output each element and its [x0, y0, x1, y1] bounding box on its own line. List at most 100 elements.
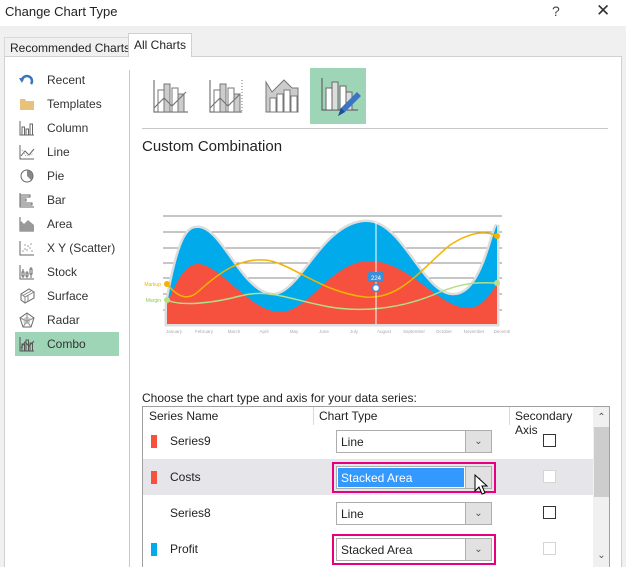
- sidebar-item-line[interactable]: Line: [15, 140, 119, 164]
- chevron-down-icon[interactable]: ⌄: [465, 503, 491, 524]
- secondary-axis-checkbox[interactable]: [543, 506, 556, 519]
- tab-recommended-charts[interactable]: Recommended Charts: [4, 37, 137, 57]
- pie-chart-icon: [20, 169, 34, 183]
- series-row-costs[interactable]: Costs Stacked Area ⌄: [143, 459, 593, 495]
- combo-chart-icon: [19, 337, 35, 352]
- sidebar-item-combo[interactable]: Combo: [15, 332, 119, 356]
- sidebar-item-label: X Y (Scatter): [47, 241, 116, 255]
- sidebar-item-stock[interactable]: Stock: [15, 260, 119, 284]
- combo-subtype-gallery: [142, 68, 366, 124]
- sidebar-item-bar[interactable]: Bar: [15, 188, 119, 212]
- series-name: Series8: [170, 506, 211, 520]
- chart-category-list: Recent Templates Column Line Pie Bar Are…: [15, 68, 119, 356]
- sidebar-item-label: Templates: [47, 97, 102, 111]
- chevron-down-icon[interactable]: ⌄: [465, 539, 491, 560]
- secondary-axis-checkbox[interactable]: [543, 542, 556, 555]
- chart-type-dropdown[interactable]: Stacked Area ⌄: [332, 534, 496, 565]
- series-name: Profit: [170, 542, 199, 556]
- sidebar-item-label: Combo: [47, 337, 86, 351]
- gallery-separator: [142, 128, 608, 129]
- recent-icon: [19, 74, 34, 85]
- stock-chart-icon: [19, 265, 34, 280]
- month-label: November: [464, 329, 485, 334]
- clustered-column-line-button[interactable]: [142, 68, 198, 124]
- markup-point: [494, 233, 500, 239]
- custom-combination-button[interactable]: [310, 68, 366, 124]
- series-row-series9[interactable]: Series9 Line ⌄: [143, 423, 593, 459]
- stacked-area-clustered-column-button[interactable]: [254, 68, 310, 124]
- column-chart-icon: [19, 121, 34, 136]
- series-name: Series9: [170, 434, 211, 448]
- clustered-column-line-secondary-axis-icon: [209, 80, 243, 113]
- series-row-series8[interactable]: Series8 Line ⌄: [143, 495, 593, 531]
- sidebar-item-label: Recent: [47, 73, 86, 87]
- dropdown-value: Line: [341, 435, 364, 449]
- custom-combination-icon: [321, 78, 361, 116]
- scroll-down-icon[interactable]: ⌄: [593, 547, 609, 564]
- secondary-axis-checkbox[interactable]: [543, 470, 556, 483]
- sidebar-item-radar[interactable]: Radar: [15, 308, 119, 332]
- secondary-axis-checkbox[interactable]: [543, 434, 556, 447]
- margin-point: [494, 280, 500, 286]
- month-label: October: [436, 329, 453, 334]
- chevron-down-icon[interactable]: ⌄: [465, 467, 491, 488]
- sidebar-item-label: Surface: [47, 289, 89, 303]
- grid-scrollbar[interactable]: ⌃ ⌄: [593, 407, 609, 567]
- chart-preview-graphic: 224 Markup Margin January February March April…: [144, 215, 515, 334]
- clustered-column-line-icon: [153, 80, 188, 113]
- sidebar-divider: [129, 70, 130, 567]
- sidebar-item-label: Line: [47, 145, 70, 159]
- chart-type-dropdown[interactable]: Line ⌄: [336, 502, 492, 525]
- month-label: December: [494, 329, 510, 334]
- area-chart-icon: [19, 217, 34, 232]
- margin-point: [164, 297, 170, 303]
- scroll-up-icon[interactable]: ⌃: [593, 409, 609, 426]
- sidebar-item-scatter[interactable]: X Y (Scatter): [15, 236, 119, 260]
- month-label: March: [228, 329, 241, 334]
- month-label: January: [166, 329, 183, 334]
- tab-all-charts[interactable]: All Charts: [128, 33, 193, 57]
- series-row-profit[interactable]: Profit Stacked Area ⌄: [143, 531, 593, 567]
- series-name: Costs: [170, 470, 201, 484]
- sidebar-item-label: Bar: [47, 193, 66, 207]
- chart-preview: 224 Markup Margin January February March April…: [140, 200, 515, 345]
- combo-heading: Custom Combination: [142, 138, 283, 155]
- month-label: February: [195, 329, 214, 334]
- series-grid: Series Name Chart Type Secondary Axis Se…: [142, 406, 610, 567]
- choose-series-label: Choose the chart type and axis for your …: [142, 391, 417, 405]
- title-bar: Change Chart Type ? ✕: [0, 0, 626, 26]
- sidebar-item-surface[interactable]: Surface: [15, 284, 119, 308]
- month-label: July: [350, 329, 359, 334]
- scrollbar-thumb[interactable]: [594, 427, 609, 497]
- folder-icon: [20, 99, 34, 110]
- clustered-column-line-secondary-axis-button[interactable]: [198, 68, 254, 124]
- sidebar-item-column[interactable]: Column: [15, 116, 119, 140]
- sidebar-item-label: Pie: [47, 169, 65, 183]
- tooltip-value: 224: [371, 276, 382, 282]
- sidebar-item-label: Stock: [47, 265, 78, 279]
- series-color-swatch: [151, 471, 157, 484]
- markup-label: Markup: [144, 282, 161, 288]
- markup-point: [164, 281, 170, 287]
- sidebar-item-label: Area: [47, 217, 73, 231]
- bar-chart-icon: [19, 193, 34, 208]
- help-button[interactable]: ?: [552, 3, 560, 19]
- chart-type-dropdown[interactable]: Stacked Area ⌄: [332, 462, 496, 493]
- month-label: September: [403, 329, 426, 334]
- chart-type-dropdown[interactable]: Line ⌄: [336, 430, 492, 453]
- sidebar-item-area[interactable]: Area: [15, 212, 119, 236]
- radar-chart-icon: [19, 312, 35, 328]
- scatter-chart-icon: [19, 241, 34, 256]
- header-series-name: Series Name: [149, 409, 219, 423]
- chevron-down-icon[interactable]: ⌄: [465, 431, 491, 452]
- sidebar-item-recent[interactable]: Recent: [15, 68, 119, 92]
- dropdown-value: Stacked Area: [341, 543, 413, 557]
- stacked-area-clustered-column-icon: [265, 79, 299, 113]
- dropdown-value: Line: [341, 507, 364, 521]
- series-color-swatch: [151, 543, 157, 556]
- sidebar-item-pie[interactable]: Pie: [15, 164, 119, 188]
- line-chart-icon: [19, 145, 35, 160]
- month-label: April: [259, 329, 268, 334]
- sidebar-item-templates[interactable]: Templates: [15, 92, 119, 116]
- close-button[interactable]: ✕: [596, 1, 610, 21]
